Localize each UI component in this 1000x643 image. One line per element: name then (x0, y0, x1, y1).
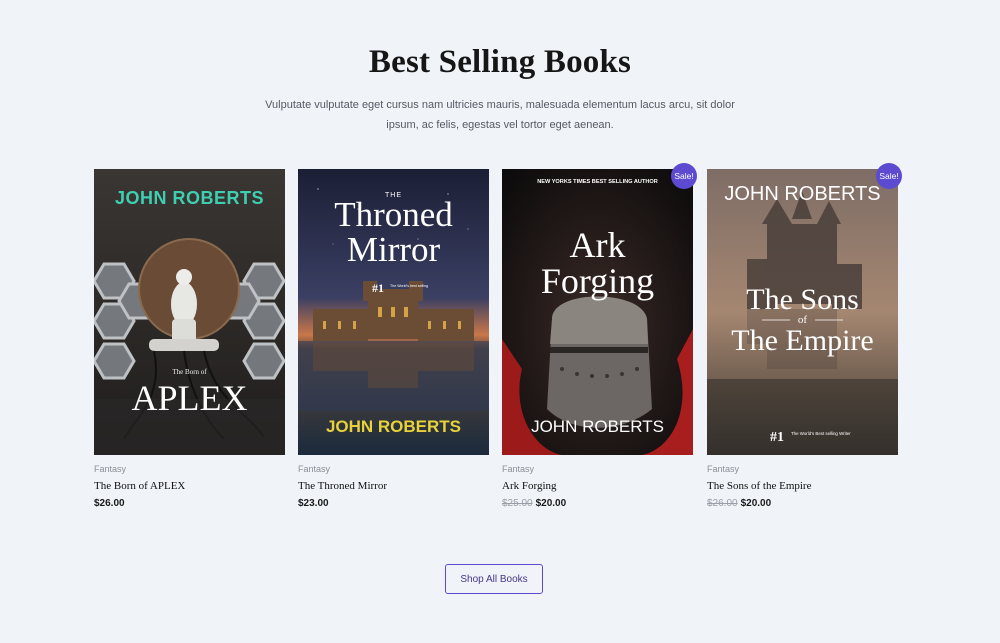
cover-rank: #1 (372, 281, 384, 295)
cover-top-text: NEW YORKS TIMES BEST SELLING AUTHOR (537, 179, 658, 185)
current-price: $20.00 (535, 498, 567, 509)
cover-rank-note: The World's best selling (390, 284, 428, 288)
product-card: Sale! NEW YORKS TIMES BEST SELLING AUTHO… (502, 163, 697, 509)
product-price: $23.00 (298, 498, 489, 509)
cover-big-title: APLEX (132, 378, 248, 418)
product-category: Fantasy (707, 464, 740, 474)
cover-author: JOHN ROBERTS (724, 183, 880, 205)
section-title: Best Selling Books (368, 44, 632, 80)
cover-title-line-1: Ark (570, 225, 626, 265)
section-description: Vulputate vulputate eget cursus nam ultr… (265, 99, 735, 131)
book-cover-art: JOHN ROBERTS The Born of APLEX (94, 169, 285, 455)
book-cover-art: NEW YORKS TIMES BEST SELLING AUTHOR Ark … (502, 169, 693, 455)
product-price: $25.00 $20.00 (502, 498, 693, 509)
original-price: $26.00 (707, 498, 738, 509)
shop-all-books-button[interactable]: Shop All Books (445, 564, 543, 594)
product-category: Fantasy (94, 464, 127, 474)
current-price: $26.00 (94, 498, 125, 509)
cover-title-line-1: The Sons (746, 283, 859, 316)
product-title[interactable]: The Born of APLEX (94, 480, 285, 492)
cover-author: JOHN ROBERTS (115, 188, 264, 208)
product-card: JOHN ROBERTS The Born of APLEX Fantasy T… (94, 169, 285, 509)
product-grid: JOHN ROBERTS The Born of APLEX Fantasy T… (94, 163, 914, 519)
current-price: $23.00 (298, 498, 329, 509)
cover-author: JOHN ROBERTS (326, 417, 461, 436)
product-card: Sale! JOHN ROBERTS The Sons of The Empir… (707, 163, 902, 509)
cover-author: JOHN ROBERTS (531, 417, 664, 436)
cover-title-line-2: Mirror (347, 230, 441, 269)
product-category: Fantasy (298, 464, 331, 474)
product-price: $26.00 $20.00 (707, 498, 898, 509)
sale-badge: Sale! (876, 163, 902, 189)
cover-rank: #1 (770, 430, 784, 445)
cover-title-line-2: The Empire (731, 324, 873, 357)
cover-title-line-1: Throned (334, 195, 453, 234)
original-price: $25.00 (502, 498, 533, 509)
product-title[interactable]: The Sons of the Empire (707, 480, 898, 492)
book-cover-art: JOHN ROBERTS The Sons of The Empire #1 T… (707, 169, 898, 455)
book-cover-image[interactable]: THE Throned Mirror #1 The World's best s… (298, 169, 489, 455)
product-price: $26.00 (94, 498, 285, 509)
book-cover-image[interactable]: JOHN ROBERTS The Born of APLEX (94, 169, 285, 455)
product-title[interactable]: The Throned Mirror (298, 480, 489, 492)
sale-badge: Sale! (671, 163, 697, 189)
cover-small-title: The Born of (172, 368, 207, 376)
current-price: $20.00 (740, 498, 772, 509)
cover-title-line-2: Forging (541, 261, 654, 301)
product-title[interactable]: Ark Forging (502, 480, 693, 492)
product-category: Fantasy (502, 464, 535, 474)
product-card: THE Throned Mirror #1 The World's best s… (298, 169, 489, 509)
book-cover-image[interactable]: NEW YORKS TIMES BEST SELLING AUTHOR Ark … (502, 169, 693, 455)
book-cover-art: THE Throned Mirror #1 The World's best s… (298, 169, 489, 455)
cover-rank-note: The World's Best selling Writer (791, 431, 851, 436)
book-cover-image[interactable]: JOHN ROBERTS The Sons of The Empire #1 T… (707, 169, 898, 455)
